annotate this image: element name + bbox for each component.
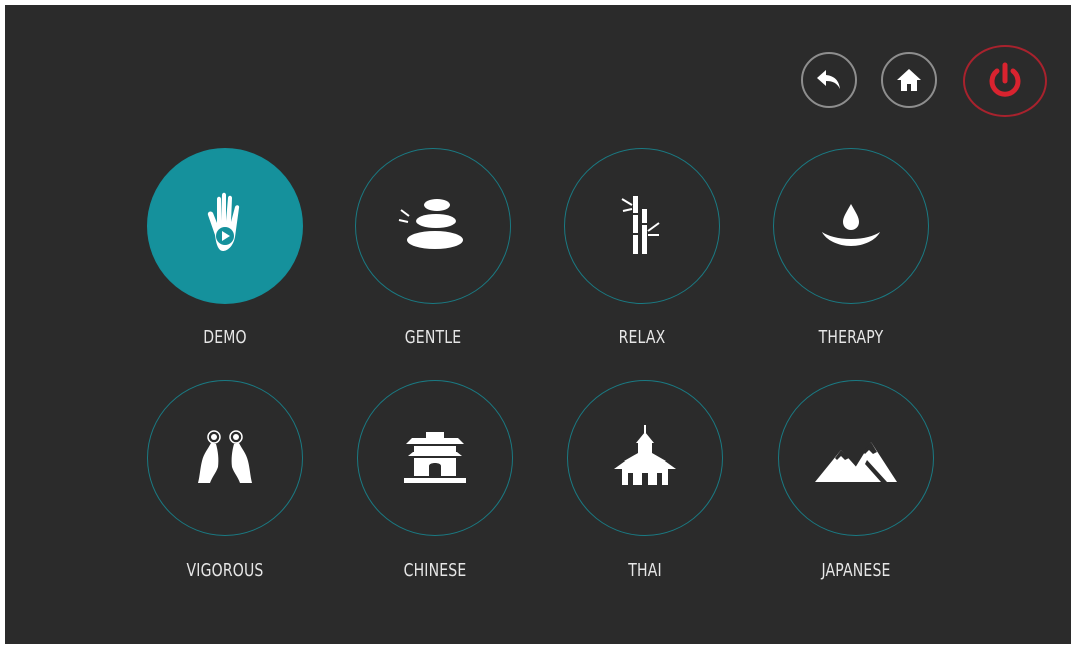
- mode-chinese-button[interactable]: [357, 380, 513, 536]
- hand-play-icon: [207, 192, 240, 251]
- water-drop-icon: [822, 204, 880, 246]
- chinese-gate-icon: [404, 432, 466, 483]
- power-icon: [989, 62, 1021, 97]
- mode-relax-label: RELAX: [618, 327, 666, 348]
- mode-therapy-button[interactable]: [773, 148, 929, 304]
- stacked-stones-icon: [398, 199, 463, 249]
- massage-mode-screen: DEMO GENTLE RELAX THERAPY VIGOROUS CHINE…: [5, 5, 1071, 644]
- back-button[interactable]: [801, 52, 857, 108]
- thai-temple-icon: [614, 425, 676, 485]
- back-arrow-icon: [817, 70, 840, 89]
- mode-vigorous-label: VIGOROUS: [186, 560, 264, 581]
- home-button[interactable]: [881, 52, 937, 108]
- mode-gentle-label: GENTLE: [404, 327, 462, 348]
- mode-demo-button[interactable]: [147, 148, 303, 304]
- mode-vigorous-button[interactable]: [147, 380, 303, 536]
- mountains-icon: [815, 442, 897, 482]
- mode-chinese-label: CHINESE: [403, 560, 467, 581]
- mode-gentle-button[interactable]: [355, 148, 511, 304]
- mode-thai-label: THAI: [628, 560, 662, 581]
- bamboo-icon: [621, 196, 660, 254]
- mode-japanese-button[interactable]: [778, 380, 934, 536]
- pressing-hands-icon: [198, 430, 252, 483]
- home-icon: [897, 69, 921, 91]
- mode-relax-button[interactable]: [564, 148, 720, 304]
- mode-demo-label: DEMO: [203, 327, 247, 348]
- power-button[interactable]: [963, 45, 1047, 117]
- mode-japanese-label: JAPANESE: [821, 560, 891, 581]
- mode-thai-button[interactable]: [567, 380, 723, 536]
- mode-therapy-label: THERAPY: [818, 327, 884, 348]
